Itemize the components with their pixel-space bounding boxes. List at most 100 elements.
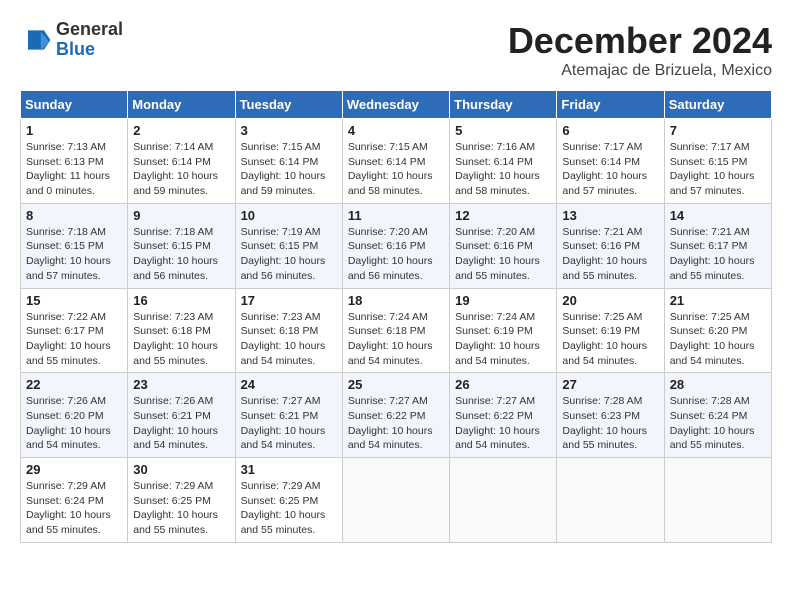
day-number: 22 <box>26 377 122 392</box>
table-row: 28 Sunrise: 7:28 AMSunset: 6:24 PMDayligh… <box>664 373 771 458</box>
table-row <box>450 458 557 543</box>
day-number: 18 <box>348 293 444 308</box>
day-number: 21 <box>670 293 766 308</box>
day-number: 31 <box>241 462 337 477</box>
day-number: 25 <box>348 377 444 392</box>
day-detail: Sunrise: 7:23 AMSunset: 6:18 PMDaylight:… <box>241 310 337 369</box>
table-row: 17 Sunrise: 7:23 AMSunset: 6:18 PMDayligh… <box>235 288 342 373</box>
table-row: 29Sunrise: 7:29 AMSunset: 6:24 PMDayligh… <box>21 458 128 543</box>
table-row: 23 Sunrise: 7:26 AMSunset: 6:21 PMDayligh… <box>128 373 235 458</box>
day-detail: Sunrise: 7:26 AMSunset: 6:21 PMDaylight:… <box>133 394 229 453</box>
day-detail: Sunrise: 7:27 AMSunset: 6:21 PMDaylight:… <box>241 394 337 453</box>
day-number: 6 <box>562 123 658 138</box>
table-row: 10 Sunrise: 7:19 AMSunset: 6:15 PMDayligh… <box>235 203 342 288</box>
day-detail: Sunrise: 7:21 AMSunset: 6:16 PMDaylight:… <box>562 225 658 284</box>
day-number: 15 <box>26 293 122 308</box>
day-number: 20 <box>562 293 658 308</box>
day-number: 17 <box>241 293 337 308</box>
logo-general: General <box>56 20 123 40</box>
day-detail: Sunrise: 7:28 AMSunset: 6:24 PMDaylight:… <box>670 394 766 453</box>
table-row: 14 Sunrise: 7:21 AMSunset: 6:17 PMDayligh… <box>664 203 771 288</box>
day-number: 2 <box>133 123 229 138</box>
table-row: 6 Sunrise: 7:17 AMSunset: 6:14 PMDaylight… <box>557 119 664 204</box>
day-detail: Sunrise: 7:27 AMSunset: 6:22 PMDaylight:… <box>348 394 444 453</box>
table-row: 25 Sunrise: 7:27 AMSunset: 6:22 PMDayligh… <box>342 373 449 458</box>
day-detail: Sunrise: 7:26 AMSunset: 6:20 PMDaylight:… <box>26 394 122 453</box>
day-number: 10 <box>241 208 337 223</box>
day-detail: Sunrise: 7:13 AMSunset: 6:13 PMDaylight:… <box>26 140 122 199</box>
day-detail: Sunrise: 7:21 AMSunset: 6:17 PMDaylight:… <box>670 225 766 284</box>
day-number: 8 <box>26 208 122 223</box>
calendar-week-row: 15 Sunrise: 7:22 AMSunset: 6:17 PMDayligh… <box>21 288 772 373</box>
table-row: 31 Sunrise: 7:29 AMSunset: 6:25 PMDayligh… <box>235 458 342 543</box>
col-sunday: Sunday <box>21 91 128 119</box>
day-detail: Sunrise: 7:27 AMSunset: 6:22 PMDaylight:… <box>455 394 551 453</box>
day-detail: Sunrise: 7:15 AMSunset: 6:14 PMDaylight:… <box>348 140 444 199</box>
day-number: 5 <box>455 123 551 138</box>
calendar-week-row: 22 Sunrise: 7:26 AMSunset: 6:20 PMDayligh… <box>21 373 772 458</box>
subtitle: Atemajac de Brizuela, Mexico <box>508 62 772 80</box>
day-number: 7 <box>670 123 766 138</box>
table-row: 27Sunrise: 7:28 AMSunset: 6:23 PMDayligh… <box>557 373 664 458</box>
header: General Blue December 2024 Atemajac de B… <box>20 20 772 80</box>
day-number: 3 <box>241 123 337 138</box>
day-number: 4 <box>348 123 444 138</box>
table-row: 24 Sunrise: 7:27 AMSunset: 6:21 PMDayligh… <box>235 373 342 458</box>
day-detail: Sunrise: 7:24 AMSunset: 6:19 PMDaylight:… <box>455 310 551 369</box>
day-number: 28 <box>670 377 766 392</box>
col-thursday: Thursday <box>450 91 557 119</box>
table-row: 5 Sunrise: 7:16 AMSunset: 6:14 PMDaylight… <box>450 119 557 204</box>
day-detail: Sunrise: 7:18 AMSunset: 6:15 PMDaylight:… <box>26 225 122 284</box>
table-row: 16 Sunrise: 7:23 AMSunset: 6:18 PMDayligh… <box>128 288 235 373</box>
table-row: 12 Sunrise: 7:20 AMSunset: 6:16 PMDayligh… <box>450 203 557 288</box>
day-number: 24 <box>241 377 337 392</box>
day-detail: Sunrise: 7:25 AMSunset: 6:19 PMDaylight:… <box>562 310 658 369</box>
calendar-week-row: 1 Sunrise: 7:13 AMSunset: 6:13 PMDaylight… <box>21 119 772 204</box>
logo-blue: Blue <box>56 40 123 60</box>
day-detail: Sunrise: 7:16 AMSunset: 6:14 PMDaylight:… <box>455 140 551 199</box>
table-row: 8 Sunrise: 7:18 AMSunset: 6:15 PMDaylight… <box>21 203 128 288</box>
table-row: 9 Sunrise: 7:18 AMSunset: 6:15 PMDaylight… <box>128 203 235 288</box>
table-row: 1 Sunrise: 7:13 AMSunset: 6:13 PMDaylight… <box>21 119 128 204</box>
day-detail: Sunrise: 7:14 AMSunset: 6:14 PMDaylight:… <box>133 140 229 199</box>
day-number: 14 <box>670 208 766 223</box>
table-row: 3Sunrise: 7:15 AMSunset: 6:14 PMDaylight… <box>235 119 342 204</box>
table-row: 15 Sunrise: 7:22 AMSunset: 6:17 PMDayligh… <box>21 288 128 373</box>
day-detail: Sunrise: 7:29 AMSunset: 6:24 PMDaylight:… <box>26 479 122 538</box>
table-row: 19 Sunrise: 7:24 AMSunset: 6:19 PMDayligh… <box>450 288 557 373</box>
day-detail: Sunrise: 7:17 AMSunset: 6:15 PMDaylight:… <box>670 140 766 199</box>
table-row: 18 Sunrise: 7:24 AMSunset: 6:18 PMDayligh… <box>342 288 449 373</box>
table-row: 21 Sunrise: 7:25 AMSunset: 6:20 PMDayligh… <box>664 288 771 373</box>
table-row: 22 Sunrise: 7:26 AMSunset: 6:20 PMDayligh… <box>21 373 128 458</box>
table-row: 7 Sunrise: 7:17 AMSunset: 6:15 PMDaylight… <box>664 119 771 204</box>
day-detail: Sunrise: 7:19 AMSunset: 6:15 PMDaylight:… <box>241 225 337 284</box>
month-title: December 2024 <box>508 20 772 62</box>
day-detail: Sunrise: 7:24 AMSunset: 6:18 PMDaylight:… <box>348 310 444 369</box>
day-detail: Sunrise: 7:20 AMSunset: 6:16 PMDaylight:… <box>455 225 551 284</box>
calendar-header-row: Sunday Monday Tuesday Wednesday Thursday… <box>21 91 772 119</box>
day-detail: Sunrise: 7:18 AMSunset: 6:15 PMDaylight:… <box>133 225 229 284</box>
day-detail: Sunrise: 7:17 AMSunset: 6:14 PMDaylight:… <box>562 140 658 199</box>
day-detail: Sunrise: 7:29 AMSunset: 6:25 PMDaylight:… <box>241 479 337 538</box>
table-row: 30Sunrise: 7:29 AMSunset: 6:25 PMDayligh… <box>128 458 235 543</box>
col-tuesday: Tuesday <box>235 91 342 119</box>
day-number: 9 <box>133 208 229 223</box>
day-detail: Sunrise: 7:23 AMSunset: 6:18 PMDaylight:… <box>133 310 229 369</box>
col-wednesday: Wednesday <box>342 91 449 119</box>
calendar-table: Sunday Monday Tuesday Wednesday Thursday… <box>20 90 772 543</box>
table-row: 13 Sunrise: 7:21 AMSunset: 6:16 PMDayligh… <box>557 203 664 288</box>
day-number: 1 <box>26 123 122 138</box>
day-number: 27 <box>562 377 658 392</box>
day-number: 19 <box>455 293 551 308</box>
day-number: 13 <box>562 208 658 223</box>
col-friday: Friday <box>557 91 664 119</box>
day-number: 16 <box>133 293 229 308</box>
day-detail: Sunrise: 7:22 AMSunset: 6:17 PMDaylight:… <box>26 310 122 369</box>
table-row: 26Sunrise: 7:27 AMSunset: 6:22 PMDayligh… <box>450 373 557 458</box>
day-detail: Sunrise: 7:25 AMSunset: 6:20 PMDaylight:… <box>670 310 766 369</box>
table-row <box>557 458 664 543</box>
day-number: 12 <box>455 208 551 223</box>
table-row <box>342 458 449 543</box>
day-number: 11 <box>348 208 444 223</box>
day-number: 23 <box>133 377 229 392</box>
